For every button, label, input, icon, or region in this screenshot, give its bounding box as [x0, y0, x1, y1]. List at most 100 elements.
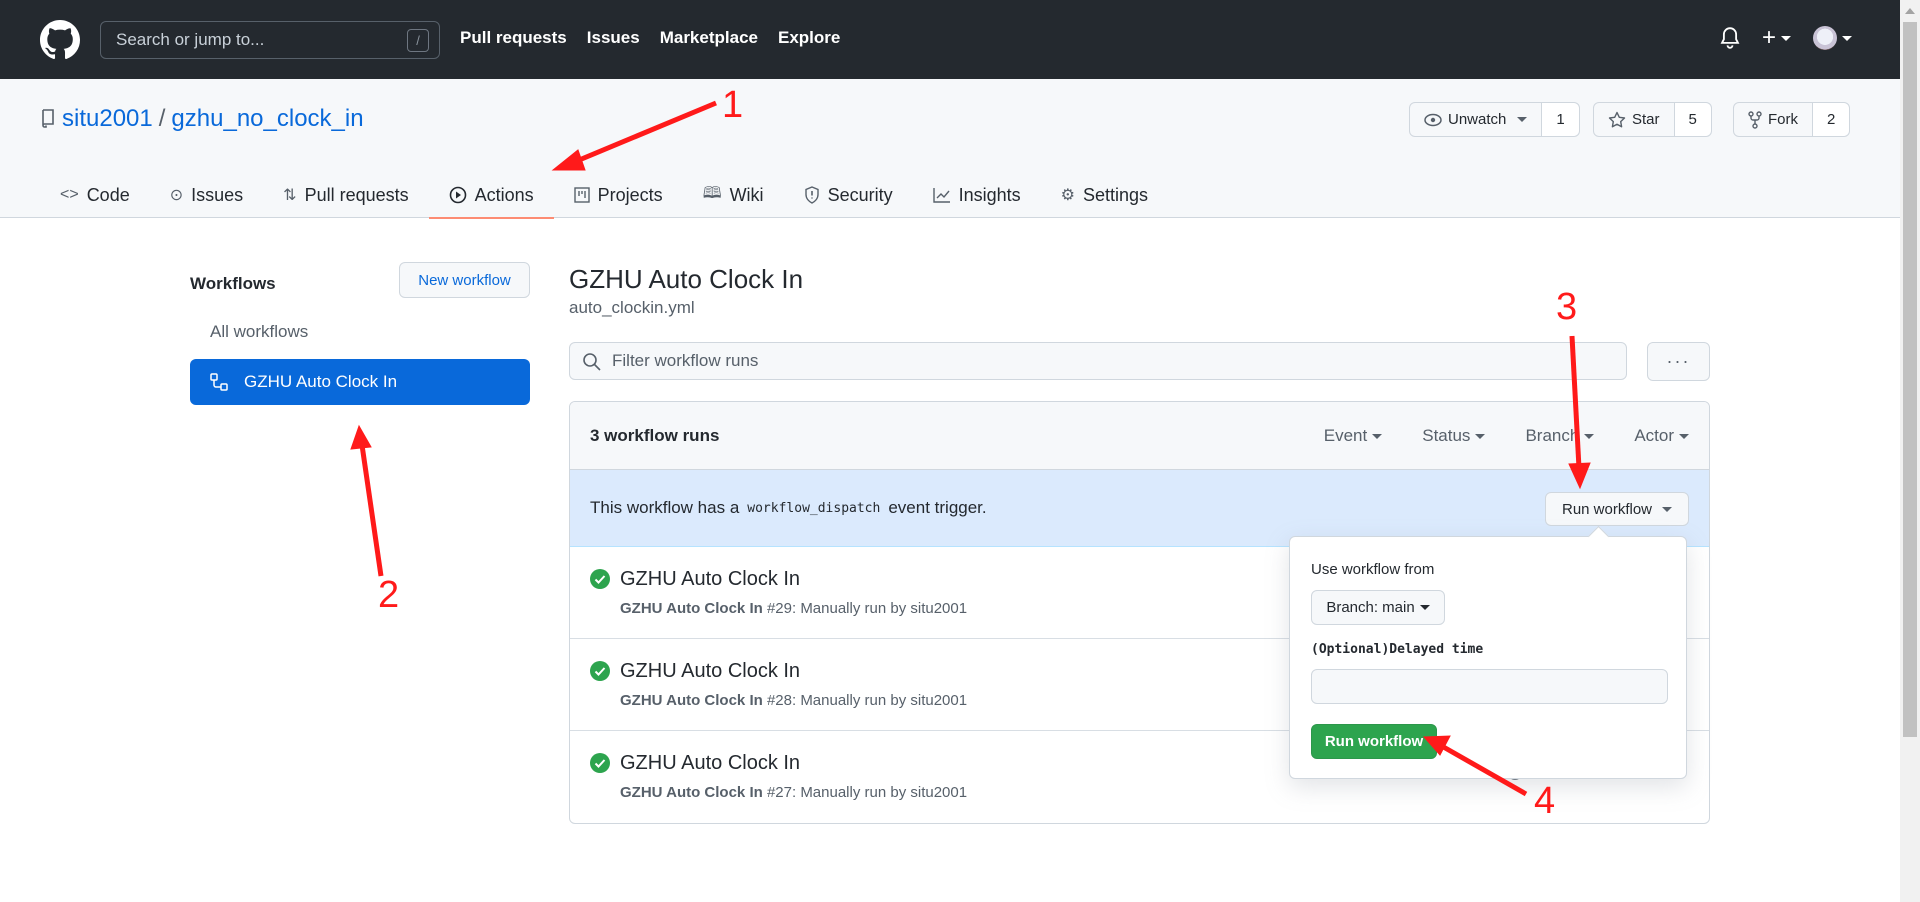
header-actions: + — [1720, 26, 1853, 50]
fork-count[interactable]: 2 — [1813, 103, 1850, 136]
run-workflow-popover: Use workflow from Branch: main (Optional… — [1289, 536, 1687, 779]
workflow-title: GZHU Auto Clock In — [569, 264, 804, 294]
star-count[interactable]: 5 — [1674, 103, 1711, 136]
avatar — [1813, 26, 1838, 50]
nav-explore[interactable]: Explore — [778, 28, 840, 48]
runs-header: 3 workflow runs Event Status Branch Acto… — [570, 402, 1709, 470]
filter-workflow-runs-input[interactable]: Filter workflow runs — [569, 342, 1627, 380]
repo-separator: / — [158, 105, 166, 132]
run-detail: #29: Manually run by situ2001 — [766, 600, 968, 617]
tab-label: Projects — [597, 184, 663, 205]
tab-projects[interactable]: Projects — [554, 172, 683, 218]
vertical-scrollbar[interactable] — [1900, 0, 1920, 902]
run-workflow-dropdown-button[interactable]: Run workflow — [1545, 492, 1689, 526]
tab-actions[interactable]: Actions — [428, 172, 554, 219]
watch-count[interactable]: 1 — [1542, 103, 1579, 136]
star-button-group: Star 5 — [1593, 102, 1712, 137]
banner-code: workflow_dispatch — [747, 500, 881, 516]
tab-label: Code — [86, 184, 130, 205]
filter-branch[interactable]: Branch — [1525, 426, 1595, 446]
more-options-button[interactable]: ··· — [1647, 342, 1710, 381]
star-button[interactable]: Star — [1594, 103, 1675, 136]
filter-label: Event — [1323, 426, 1368, 445]
run-detail: #28: Manually run by situ2001 — [766, 692, 968, 709]
run-title-link[interactable]: GZHU Auto Clock In — [620, 752, 800, 775]
tab-issues[interactable]: ⊙ Issues — [150, 172, 263, 218]
chevron-down-icon — [1679, 434, 1689, 440]
repo-header: situ2001 / gzhu_no_clock_in Unwatch 1 St… — [0, 79, 1900, 219]
filter-event[interactable]: Event — [1323, 426, 1383, 446]
fork-button-group: Fork 2 — [1733, 102, 1851, 137]
filter-label: Branch — [1525, 426, 1580, 445]
annotation-label-3: 3 — [1556, 286, 1578, 328]
tab-pull-requests[interactable]: ⇅ Pull requests — [263, 172, 428, 218]
run-detail: #27: Manually run by situ2001 — [766, 784, 968, 801]
tab-label: Issues — [191, 184, 244, 205]
tab-label: Pull requests — [304, 184, 409, 205]
run-subtitle: GZHU Auto Clock In #28: Manually run by … — [620, 692, 967, 709]
tab-label: Security — [827, 184, 893, 205]
github-logo-icon[interactable] — [40, 20, 80, 60]
tab-insights[interactable]: Insights — [913, 172, 1041, 218]
tab-label: Actions — [474, 184, 534, 205]
tab-security[interactable]: Security — [784, 172, 913, 218]
repo-title: situ2001 / gzhu_no_clock_in — [40, 105, 364, 133]
tab-label: Settings — [1082, 184, 1149, 205]
filter-label: Actor — [1634, 426, 1674, 445]
pull-request-icon: ⇅ — [283, 187, 297, 204]
slash-shortcut-badge: / — [407, 29, 429, 52]
check-circle-icon — [590, 661, 610, 681]
bell-icon[interactable] — [1720, 27, 1740, 49]
filter-actor[interactable]: Actor — [1634, 426, 1689, 446]
chevron-down-icon — [1517, 117, 1528, 122]
search-icon — [583, 353, 601, 371]
scroll-up-arrow-icon[interactable] — [1905, 8, 1915, 14]
nav-pull-requests[interactable]: Pull requests — [460, 28, 567, 48]
runs-filters: Event Status Branch Actor — [1324, 426, 1689, 446]
run-title-link[interactable]: GZHU Auto Clock In — [620, 568, 800, 591]
fork-label: Fork — [1768, 111, 1798, 128]
run-workflow-submit-button[interactable]: Run workflow — [1311, 724, 1437, 759]
run-workflow-name: GZHU Auto Clock In — [620, 784, 763, 801]
check-circle-icon — [590, 569, 610, 589]
nav-marketplace[interactable]: Marketplace — [660, 28, 758, 48]
repo-name-link[interactable]: gzhu_no_clock_in — [171, 105, 363, 133]
watch-button-group: Unwatch 1 — [1409, 102, 1580, 137]
tab-code[interactable]: <> Code — [40, 172, 150, 218]
new-workflow-button[interactable]: New workflow — [399, 262, 530, 298]
fork-button[interactable]: Fork — [1734, 103, 1813, 136]
chevron-down-icon — [1842, 35, 1853, 41]
delayed-time-input[interactable] — [1311, 669, 1668, 704]
nav-issues[interactable]: Issues — [587, 28, 640, 48]
user-menu[interactable] — [1813, 26, 1853, 50]
create-new-menu[interactable]: + — [1762, 26, 1792, 50]
runs-count: 3 workflow runs — [590, 425, 720, 445]
book-icon: 🕮 — [702, 184, 722, 202]
sidebar-item-all-workflows[interactable]: All workflows — [210, 322, 308, 342]
run-workflow-name: GZHU Auto Clock In — [620, 600, 763, 617]
annotation-label-2: 2 — [378, 574, 400, 616]
chevron-down-icon — [1419, 605, 1430, 610]
unwatch-button[interactable]: Unwatch — [1410, 103, 1543, 136]
chevron-down-icon — [1662, 506, 1673, 512]
workflow-file-link[interactable]: auto_clockin.yml — [569, 298, 695, 318]
issue-icon: ⊙ — [169, 187, 184, 204]
check-circle-icon — [590, 753, 610, 773]
eye-icon — [1424, 113, 1442, 126]
unwatch-label: Unwatch — [1448, 111, 1507, 128]
repo-owner-link[interactable]: situ2001 — [62, 105, 153, 133]
filter-status[interactable]: Status — [1422, 426, 1486, 446]
run-subtitle: GZHU Auto Clock In #27: Manually run by … — [620, 784, 967, 801]
chevron-down-icon — [1781, 36, 1792, 42]
use-workflow-from-label: Use workflow from — [1311, 561, 1435, 578]
chevron-down-icon — [1584, 434, 1595, 440]
star-icon — [1608, 111, 1626, 127]
run-workflow-name: GZHU Auto Clock In — [620, 692, 763, 709]
search-input[interactable]: Search or jump to... / — [100, 21, 440, 59]
tab-wiki[interactable]: 🕮 Wiki — [683, 172, 784, 218]
run-title-link[interactable]: GZHU Auto Clock In — [620, 660, 800, 683]
scrollbar-thumb[interactable] — [1903, 22, 1917, 737]
tab-settings[interactable]: ⚙ Settings — [1041, 172, 1168, 218]
sidebar-item-gzhu-auto-clock-in[interactable]: GZHU Auto Clock In — [190, 359, 530, 405]
branch-select-button[interactable]: Branch: main — [1311, 590, 1445, 625]
